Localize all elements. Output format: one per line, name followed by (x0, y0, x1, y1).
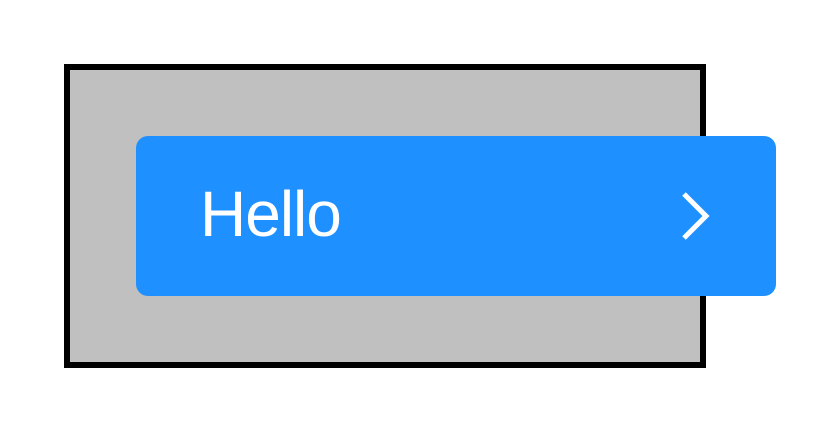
hello-button-label: Hello (200, 178, 342, 250)
hello-button[interactable]: Hello (136, 136, 776, 296)
chevron-right-icon (682, 192, 710, 240)
